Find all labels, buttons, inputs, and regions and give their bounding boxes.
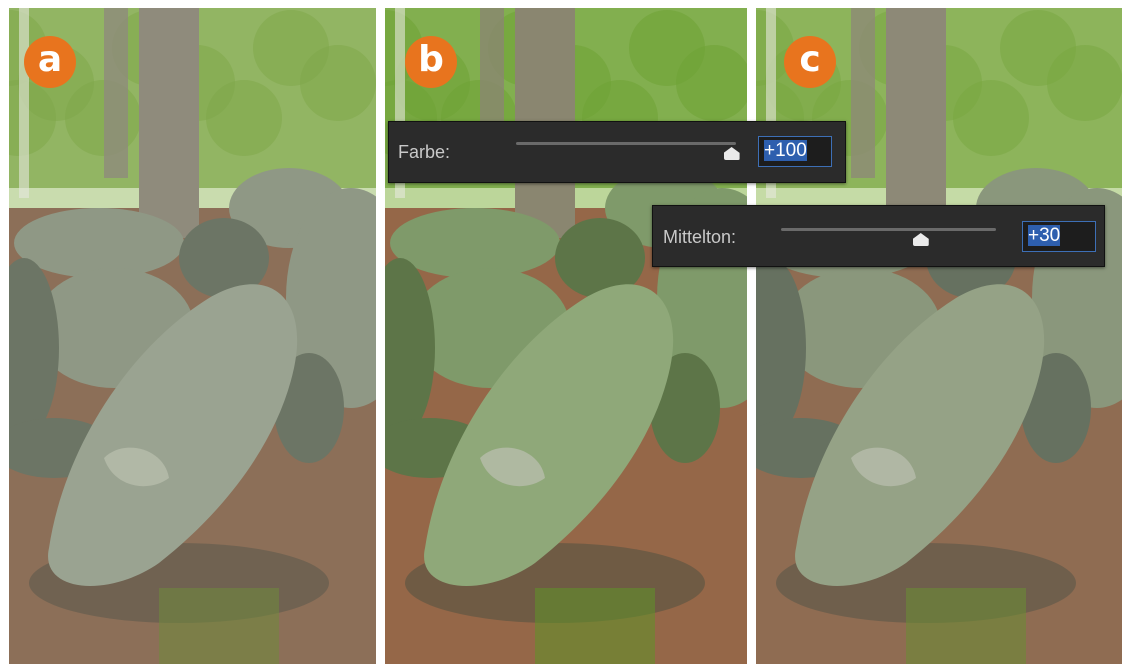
badge-a: a — [24, 36, 76, 88]
forest-boulders-photo — [9, 8, 376, 664]
mittelton-value-text: +30 — [1028, 225, 1061, 246]
farbe-value-text: +100 — [764, 140, 807, 161]
forest-boulders-photo-mittelton — [756, 8, 1122, 664]
photo-panel-a: a — [9, 8, 376, 664]
mittelton-slider-track[interactable] — [781, 228, 996, 231]
forest-boulders-photo-farbe — [385, 8, 747, 664]
farbe-value-field[interactable]: +100 — [758, 136, 832, 167]
badge-b: b — [405, 36, 457, 88]
farbe-slider-track[interactable] — [516, 142, 736, 145]
mittelton-label: Mittelton: — [663, 227, 737, 247]
mittelton-value-field[interactable]: +30 — [1022, 221, 1096, 252]
badge-c: c — [784, 36, 836, 88]
mittelton-slider-panel: Mittelton: +30 — [652, 205, 1105, 267]
farbe-label: Farbe: — [398, 142, 451, 162]
photo-panel-b: b — [385, 8, 747, 664]
photo-panel-c: c — [756, 8, 1122, 664]
farbe-slider-panel: Farbe: +100 — [388, 121, 846, 183]
